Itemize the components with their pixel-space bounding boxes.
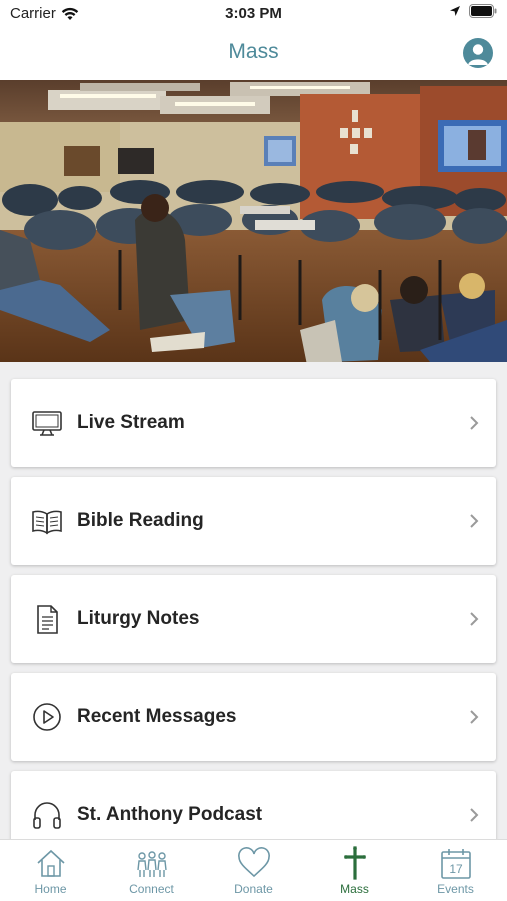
tab-label: Connect	[129, 882, 174, 896]
headphones-icon	[33, 802, 61, 829]
status-time: 3:03 PM	[225, 5, 282, 22]
play-circle-icon	[33, 703, 61, 731]
tab-label: Home	[34, 882, 67, 896]
tab-connect[interactable]: Connect	[101, 846, 202, 901]
tab-label: Events	[437, 882, 474, 896]
document-icon	[37, 605, 58, 634]
people-icon	[136, 851, 167, 877]
tab-donate[interactable]: Donate	[203, 846, 304, 901]
menu-item-label: St. Anthony Podcast	[77, 804, 263, 825]
tab-mass[interactable]: Mass	[304, 846, 405, 901]
heart-icon	[237, 847, 270, 878]
menu-item-label: Liturgy Notes	[77, 608, 200, 629]
menu-list: Live Stream Bible Reading Liturgy Notes	[0, 362, 507, 839]
user-avatar-icon	[468, 44, 488, 65]
chevron-right-icon	[470, 416, 479, 430]
chevron-right-icon	[470, 710, 479, 724]
location-arrow-icon	[450, 6, 460, 16]
calendar-icon: 17	[440, 849, 471, 879]
menu-item-label: Recent Messages	[77, 706, 237, 727]
menu-item-liturgy-notes[interactable]: Liturgy Notes	[11, 575, 496, 663]
menu-item-podcast[interactable]: St. Anthony Podcast	[11, 771, 496, 839]
home-icon	[36, 849, 65, 877]
tab-home[interactable]: Home	[0, 846, 101, 901]
parish-hall-photo	[0, 80, 507, 362]
calendar-day-number: 17	[449, 862, 463, 876]
menu-item-label: Bible Reading	[77, 510, 204, 531]
status-bar: Carrier 3:03 PM	[0, 0, 507, 28]
book-icon	[32, 510, 62, 535]
menu-item-bible-reading[interactable]: Bible Reading	[11, 477, 496, 565]
tab-label: Donate	[234, 882, 273, 896]
chevron-right-icon	[470, 612, 479, 626]
status-right	[449, 4, 497, 18]
navigation-bar: Mass	[0, 28, 507, 80]
menu-item-live-stream[interactable]: Live Stream	[11, 379, 496, 467]
menu-item-label: Live Stream	[77, 412, 185, 433]
page-title: Mass	[228, 40, 279, 63]
tab-bar: Home Connect Donate Mass 17 Events	[0, 839, 507, 901]
menu-item-recent-messages[interactable]: Recent Messages	[11, 673, 496, 761]
monitor-icon	[32, 411, 62, 436]
tab-label: Mass	[340, 882, 369, 896]
hero-image	[0, 80, 507, 362]
battery-icon	[469, 4, 497, 18]
cross-icon	[343, 846, 366, 880]
profile-button[interactable]	[463, 38, 493, 68]
chevron-right-icon	[470, 808, 479, 822]
chevron-right-icon	[470, 514, 479, 528]
tab-events[interactable]: 17 Events	[405, 846, 506, 901]
